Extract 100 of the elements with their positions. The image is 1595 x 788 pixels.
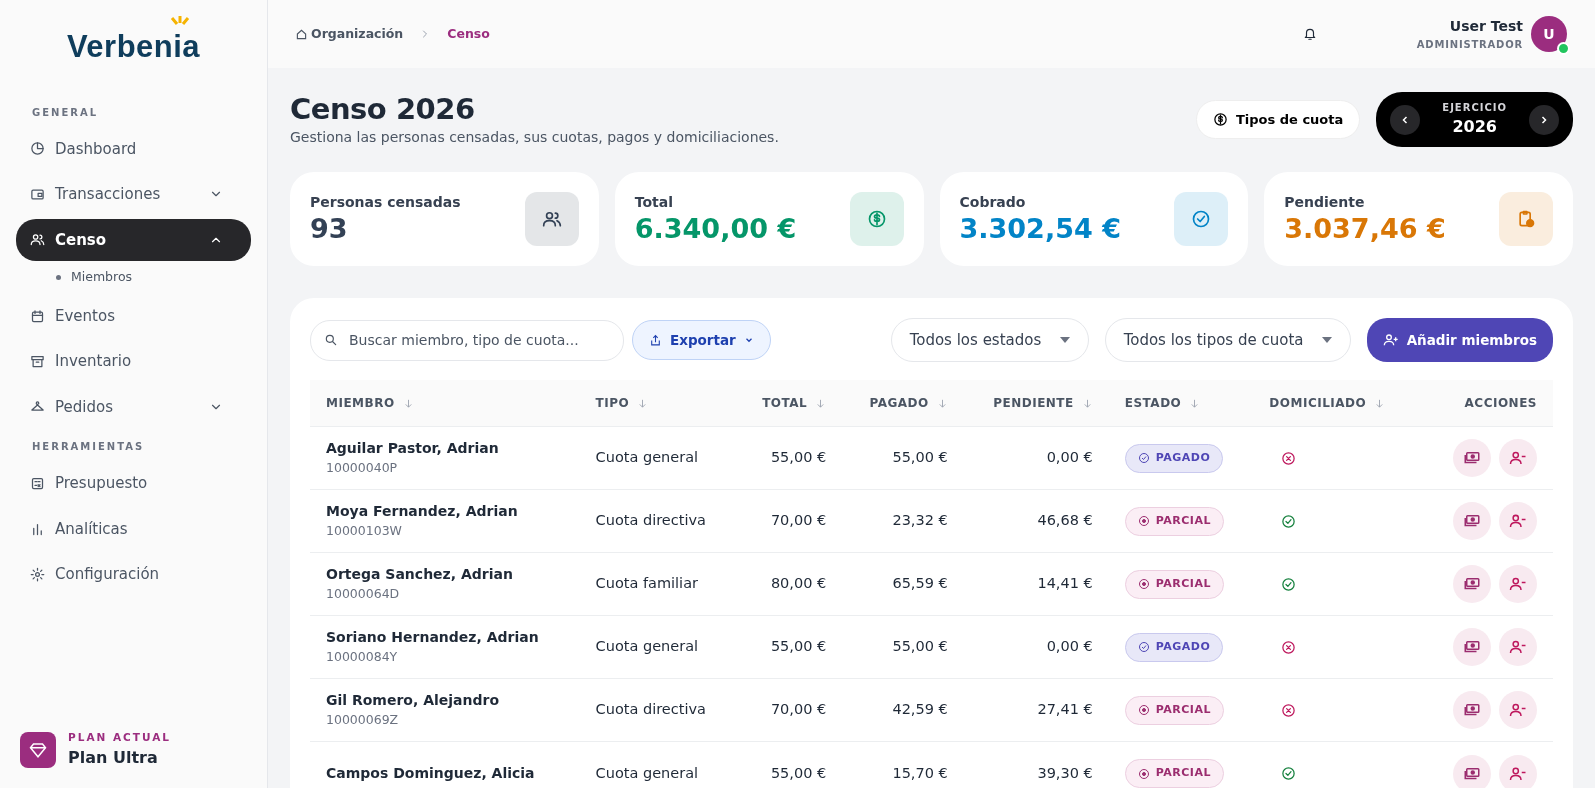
column-header: ACCIONES xyxy=(1464,395,1537,413)
plan-name: Plan Ultra xyxy=(68,747,159,769)
pending-amount: 39,30 € xyxy=(1037,764,1093,781)
bar-chart-icon xyxy=(30,521,45,537)
dollar-icon xyxy=(866,208,887,229)
calendar-icon xyxy=(30,308,45,324)
clipboard-clock-icon xyxy=(1516,208,1536,229)
sidebar-item[interactable]: Dashboard xyxy=(16,127,251,170)
pending-amount: 46,68 € xyxy=(1037,512,1093,529)
member-id: 10000069Z xyxy=(326,711,400,730)
member-name: Campos Dominguez, Alicia xyxy=(326,764,536,784)
total-amount: 70,00 € xyxy=(770,701,827,718)
search-field[interactable]: Buscar miembro, tipo de cuota... xyxy=(310,319,624,361)
sidebar-item[interactable]: Inventario xyxy=(16,340,251,383)
member-id: 10000064D xyxy=(326,585,401,604)
fee-types-button[interactable]: Tipos de cuota xyxy=(1195,99,1361,140)
status-filter[interactable]: Todos los estados xyxy=(890,317,1089,363)
export-button[interactable]: Exportar xyxy=(632,319,771,361)
sidebar-item[interactable]: Eventos xyxy=(16,294,251,338)
upload-icon xyxy=(649,333,662,347)
remove-member-button[interactable] xyxy=(1499,754,1537,788)
pending-amount: 0,00 € xyxy=(1046,449,1093,466)
payment-button[interactable] xyxy=(1453,754,1491,788)
remove-member-button[interactable] xyxy=(1499,502,1537,541)
remove-member-button[interactable] xyxy=(1499,628,1537,667)
payment-button[interactable] xyxy=(1453,502,1491,541)
payment-button[interactable] xyxy=(1453,439,1491,478)
caret-icon xyxy=(1059,336,1070,345)
check-circle-icon xyxy=(1191,208,1212,229)
sidebar-subitem[interactable]: Miembros xyxy=(16,264,251,295)
dollar-icon xyxy=(1212,112,1228,127)
page-title: Censo 2026 xyxy=(290,92,476,127)
column-header[interactable]: MIEMBRO xyxy=(326,394,414,413)
check-circle-icon xyxy=(1137,452,1150,465)
year-caption: EJERCICIO xyxy=(1442,101,1507,115)
column-header[interactable]: TIPO xyxy=(595,394,649,413)
stat-value: 3.302,54 € xyxy=(959,213,1121,246)
payment-button[interactable] xyxy=(1453,565,1491,604)
fee-type: Cuota directiva xyxy=(595,512,706,529)
dot-circle-icon xyxy=(1137,515,1150,528)
paid-amount: 55,00 € xyxy=(892,449,948,466)
status-badge: PARCIAL xyxy=(1124,759,1224,788)
fee-type: Cuota directiva xyxy=(595,701,706,718)
member-name: Soriano Hernandez, Adrian xyxy=(326,628,540,648)
pending-amount: 0,00 € xyxy=(1046,638,1093,655)
breadcrumb-link[interactable]: Censo xyxy=(447,24,490,44)
remove-member-button[interactable] xyxy=(1499,565,1537,604)
member-name: Gil Romero, Alejandro xyxy=(326,691,501,711)
paid-amount: 15,70 € xyxy=(892,764,948,781)
fee-type: Cuota general xyxy=(595,449,699,466)
total-amount: 55,00 € xyxy=(770,449,827,466)
pending-amount: 14,41 € xyxy=(1037,575,1093,592)
status-badge: PARCIAL xyxy=(1124,507,1224,536)
user-role: ADMINISTRADOR xyxy=(1416,38,1523,52)
remove-member-button[interactable] xyxy=(1499,691,1537,730)
page-subtitle: Gestiona las personas censadas, sus cuotas, pagos y domiciliaciones. xyxy=(290,127,779,147)
total-amount: 55,00 € xyxy=(770,638,827,655)
fee-type-filter[interactable]: Todos los tipos de cuota xyxy=(1104,317,1351,363)
total-amount: 80,00 € xyxy=(770,575,827,592)
status-badge: PARCIAL xyxy=(1124,696,1224,725)
wallet-icon xyxy=(30,186,45,202)
fee-type: Cuota general xyxy=(595,764,699,781)
dot-circle-icon xyxy=(1137,704,1150,717)
section-heading: GENERAL xyxy=(31,105,100,120)
fee-type: Cuota general xyxy=(595,638,699,655)
avatar[interactable]: U xyxy=(1531,16,1567,52)
paid-amount: 55,00 € xyxy=(892,638,948,655)
paid-amount: 23,32 € xyxy=(892,512,948,529)
stat-label: Cobrado xyxy=(959,193,1027,213)
paid-amount: 65,59 € xyxy=(892,575,948,592)
bell-icon xyxy=(1302,27,1317,41)
year-value: 2026 xyxy=(1451,116,1498,138)
payment-button[interactable] xyxy=(1453,691,1491,730)
add-members-button[interactable]: Añadir miembros xyxy=(1366,317,1553,363)
sidebar-item[interactable]: Transacciones xyxy=(16,173,251,216)
stat-value: 93 xyxy=(310,213,349,246)
member-id: 10000103W xyxy=(326,522,403,541)
home-icon xyxy=(296,28,307,40)
sidebar-item[interactable]: Presupuesto xyxy=(16,462,251,505)
payment-button[interactable] xyxy=(1453,628,1491,667)
total-amount: 55,00 € xyxy=(770,764,827,781)
paid-amount: 42,59 € xyxy=(892,701,948,718)
sidebar-item[interactable]: Configuración xyxy=(16,553,251,596)
status-badge: PAGADO xyxy=(1124,444,1224,473)
sidebar-item[interactable]: Censo xyxy=(16,218,251,261)
dot-circle-icon xyxy=(1137,767,1150,780)
sidebar-item[interactable]: Pedidos xyxy=(16,385,251,429)
member-name: Moya Fernandez, Adrian xyxy=(326,502,519,522)
plan-caption: PLAN ACTUAL xyxy=(68,730,171,746)
breadcrumb-link[interactable]: Organización xyxy=(296,24,404,44)
remove-member-button[interactable] xyxy=(1499,439,1537,478)
stat-label: Total xyxy=(634,193,674,213)
search-icon xyxy=(324,332,338,347)
archive-icon xyxy=(30,354,45,369)
sidebar-item[interactable]: Analíticas xyxy=(16,507,251,551)
stat-label: Personas censadas xyxy=(310,193,461,213)
total-amount: 70,00 € xyxy=(770,512,827,529)
caret-icon xyxy=(1321,336,1332,345)
member-name: Aguilar Pastor, Adrian xyxy=(326,439,500,459)
member-name: Ortega Sanchez, Adrian xyxy=(326,565,514,585)
